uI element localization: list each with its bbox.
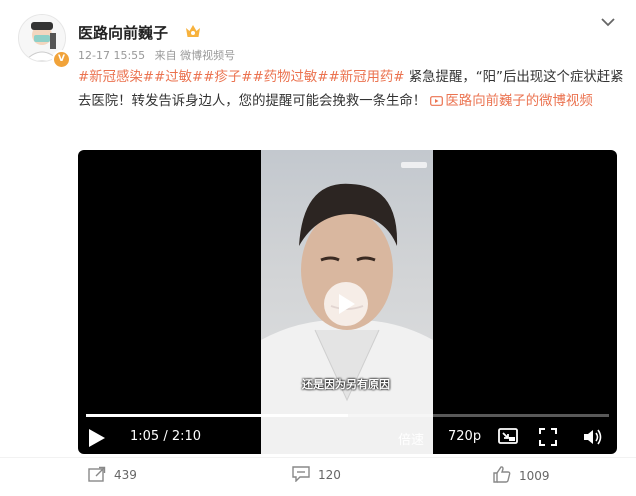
hashtag-link[interactable]: #过敏#	[154, 70, 203, 85]
comment-count: 120	[318, 468, 341, 482]
current-time: 1:05	[130, 429, 160, 444]
post-meta: 12-17 15:55 来自 微博视频号	[78, 47, 241, 63]
hashtag-link[interactable]: #新冠感染#	[78, 70, 154, 85]
video-player[interactable]: 还是因为另有原因 1:05 / 2:10 倍速 720p	[78, 150, 617, 454]
thumbs-up-icon	[493, 466, 511, 483]
post-text: #新冠感染##过敏##疹子##药物过敏##新冠用药# 紧急提醒，“阳”后出现这个…	[78, 66, 626, 114]
post-date[interactable]: 12-17 15:55	[78, 49, 145, 62]
time-display: 1:05 / 2:10	[130, 429, 202, 444]
video-subtitle: 还是因为另有原因	[302, 378, 390, 391]
like-count: 1009	[519, 469, 550, 483]
total-time: 2:10	[171, 429, 202, 444]
like-button[interactable]: 1009	[493, 466, 550, 483]
speed-button[interactable]: 倍速	[398, 429, 424, 448]
volume-icon[interactable]	[583, 428, 603, 446]
hashtag-link[interactable]: #新冠用药#	[329, 70, 405, 85]
post-source: 来自 微博视频号	[154, 49, 236, 62]
play-icon[interactable]	[88, 428, 106, 448]
repost-button[interactable]: 439	[88, 466, 137, 482]
chevron-down-icon[interactable]	[600, 16, 616, 28]
crown-icon	[186, 25, 200, 37]
progress-bar[interactable]	[86, 414, 609, 417]
picture-in-picture-icon[interactable]	[498, 428, 518, 446]
comment-button[interactable]: 120	[292, 466, 341, 483]
play-overlay-button[interactable]	[324, 282, 368, 326]
video-link-label: 医路向前巍子的微博视频	[445, 94, 593, 109]
divider	[0, 457, 636, 458]
progress-fill	[86, 414, 348, 417]
video-link-icon	[430, 96, 444, 106]
hashtag-link[interactable]: #疹子#	[203, 70, 252, 85]
fullscreen-icon[interactable]	[539, 428, 557, 446]
comment-icon	[292, 466, 310, 483]
video-link[interactable]: 医路向前巍子的微博视频	[430, 94, 593, 109]
repost-icon	[88, 466, 106, 482]
repost-count: 439	[114, 468, 137, 482]
verified-badge-icon: V	[52, 50, 71, 69]
quality-button[interactable]: 720p	[448, 429, 481, 444]
play-icon	[339, 294, 355, 314]
hashtag-link[interactable]: #药物过敏#	[252, 70, 328, 85]
author-name[interactable]: 医路向前巍子	[78, 22, 168, 43]
